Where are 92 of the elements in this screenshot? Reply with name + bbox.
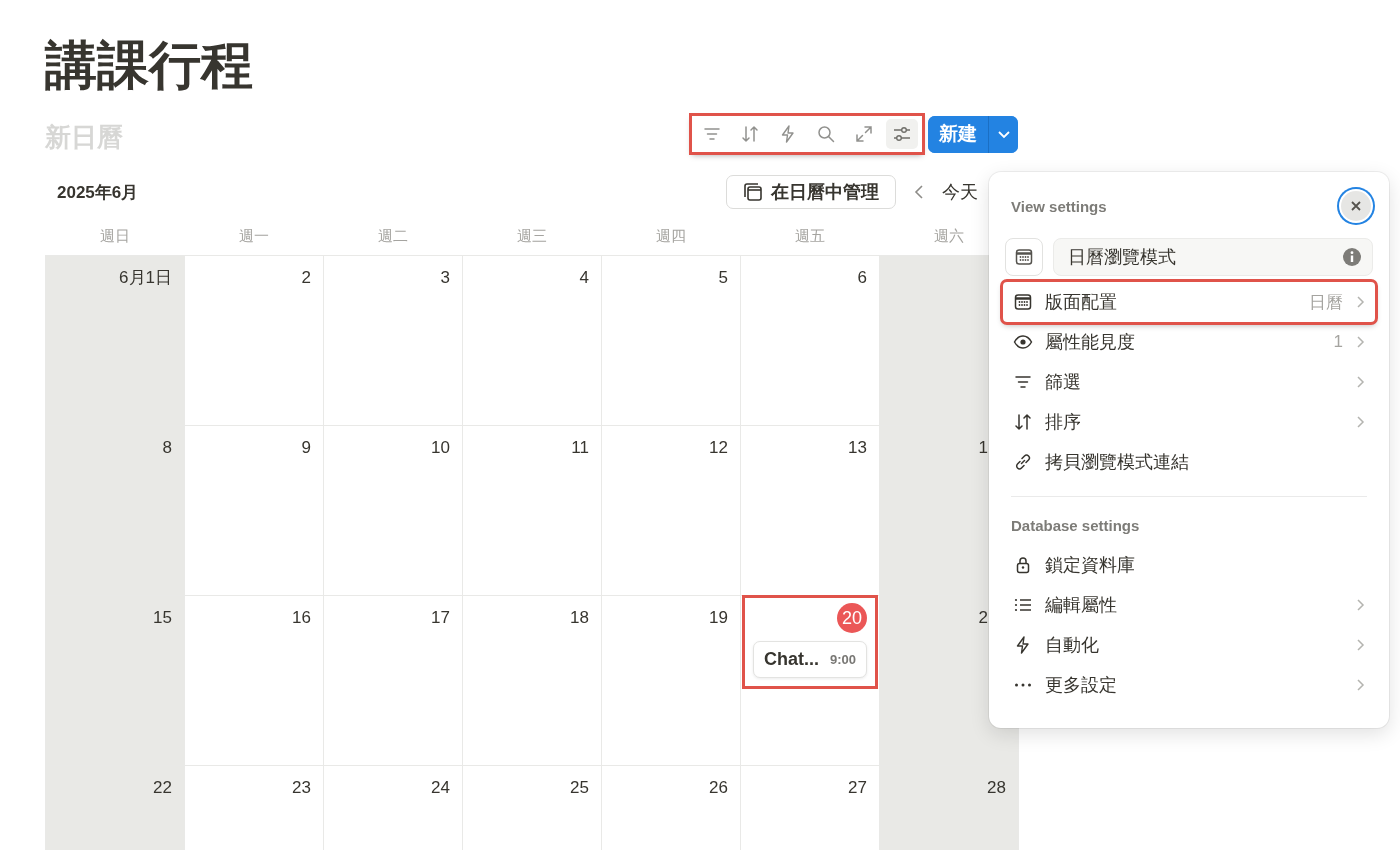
- manage-in-calendar-button[interactable]: 在日曆中管理: [726, 175, 896, 209]
- day-cell[interactable]: 22: [46, 766, 185, 850]
- day-number: 5: [718, 267, 728, 289]
- day-number: 2: [978, 607, 988, 629]
- weekday-label: 週一: [237, 226, 270, 246]
- view-icon-button[interactable]: [1005, 238, 1043, 276]
- day-number: 10: [431, 437, 450, 459]
- day-cell[interactable]: 19: [602, 596, 741, 766]
- chevron-right-icon: [1355, 638, 1365, 652]
- day-number: 4: [579, 267, 589, 289]
- day-number: 27: [848, 777, 867, 799]
- day-number: 3: [440, 267, 450, 289]
- day-cell[interactable]: 6: [741, 256, 880, 426]
- day-number: 16: [292, 607, 311, 629]
- day-cell[interactable]: 3: [324, 256, 463, 426]
- day-cell[interactable]: 28: [880, 766, 1019, 850]
- day-number: 1: [978, 437, 988, 459]
- sort-icon: [740, 124, 760, 144]
- weekday-label: 週四: [654, 226, 687, 246]
- chevron-right-icon: [1355, 678, 1365, 692]
- weekday-label: 週日: [98, 226, 131, 246]
- day-number: 6月1日: [119, 267, 172, 289]
- event-time: 9:00: [829, 652, 856, 667]
- day-number: 9: [301, 437, 311, 459]
- day-cell[interactable]: 2: [185, 256, 324, 426]
- day-number: 11: [571, 437, 589, 459]
- day-number: 23: [292, 777, 311, 799]
- close-icon: [1350, 200, 1362, 212]
- expand-icon: [854, 124, 874, 144]
- settings-button[interactable]: [886, 119, 918, 149]
- weekday-label: 週三: [515, 226, 548, 246]
- day-cell[interactable]: 15: [46, 596, 185, 766]
- chevron-right-icon: [1355, 295, 1365, 309]
- info-icon: [1342, 247, 1362, 267]
- view-name-field[interactable]: 日曆瀏覽模式: [1053, 238, 1373, 276]
- page-title: 講課行程: [45, 35, 254, 96]
- day-number: 2: [301, 267, 311, 289]
- day-cell[interactable]: 8: [46, 426, 185, 596]
- event-title: Chat...: [764, 649, 819, 670]
- day-cell[interactable]: 13: [741, 426, 880, 596]
- calendar-icon: [1014, 247, 1034, 267]
- day-cell[interactable]: 11: [463, 426, 602, 596]
- day-number: 15: [153, 607, 172, 629]
- day-cell[interactable]: 17: [324, 596, 463, 766]
- weekday-label: 週五: [793, 226, 826, 246]
- chevron-left-icon: [914, 184, 924, 200]
- day-number: 12: [709, 437, 728, 459]
- day-cell[interactable]: 20 Chat... 9:00: [741, 596, 880, 766]
- weekday-label: 週六: [932, 226, 965, 246]
- day-cell[interactable]: 12: [602, 426, 741, 596]
- day-cell[interactable]: 9: [185, 426, 324, 596]
- menu-item[interactable]: 屬性能見度 1: [1005, 322, 1373, 362]
- day-cell[interactable]: 10: [324, 426, 463, 596]
- chevron-right-icon: [1355, 335, 1365, 349]
- chevron-right-icon: [1355, 598, 1365, 612]
- weekday-label: 週二: [376, 226, 409, 246]
- chevron-right-icon: [1355, 375, 1365, 389]
- panel-heading: View settings: [1011, 197, 1107, 215]
- event-card[interactable]: Chat... 9:00: [753, 641, 867, 678]
- calendar-icon: [743, 182, 763, 202]
- search-icon: [816, 124, 836, 144]
- month-label: 2025年6月: [56, 181, 139, 204]
- day-cell[interactable]: 4: [463, 256, 602, 426]
- today-date-badge: 20: [837, 603, 867, 633]
- day-number: 25: [570, 777, 589, 799]
- day-number: 13: [848, 437, 867, 459]
- chevron-right-icon: [1355, 415, 1365, 429]
- day-number: 8: [162, 437, 172, 459]
- day-cell[interactable]: 6月1日: [46, 256, 185, 426]
- more-icon: [1013, 683, 1033, 687]
- sort-icon: [1013, 412, 1033, 432]
- day-number: 19: [709, 607, 728, 629]
- sliders-icon: [892, 124, 912, 144]
- calendar-icon: [1013, 292, 1033, 312]
- close-button[interactable]: [1341, 191, 1371, 221]
- day-cell[interactable]: 5: [602, 256, 741, 426]
- day-number: 6: [857, 267, 867, 289]
- menu-item[interactable]: 版面配置 日曆: [1003, 282, 1375, 322]
- caret-icon: [996, 129, 1011, 139]
- today-button[interactable]: 今天: [942, 180, 978, 204]
- day-number: 26: [709, 777, 728, 799]
- eye-icon: [1013, 332, 1033, 352]
- day-number: 24: [431, 777, 450, 799]
- day-number: 28: [987, 777, 1006, 799]
- menu-item[interactable]: 篩選: [1005, 362, 1373, 402]
- day-number: 18: [570, 607, 589, 629]
- day-number: 17: [431, 607, 450, 629]
- day-cell[interactable]: 18: [463, 596, 602, 766]
- dropdown-button[interactable]: [988, 115, 1018, 153]
- day-cell[interactable]: 16: [185, 596, 324, 766]
- day-number: 22: [153, 777, 172, 799]
- link-icon: [1013, 452, 1033, 472]
